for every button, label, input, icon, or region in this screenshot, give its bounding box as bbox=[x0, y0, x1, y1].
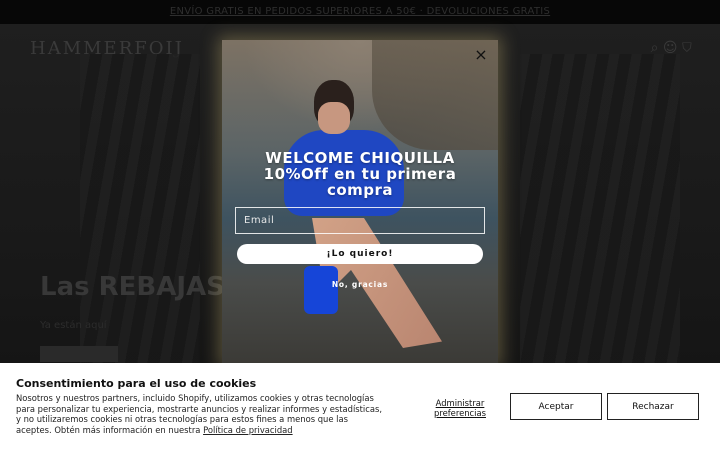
close-icon[interactable]: × bbox=[472, 46, 490, 64]
announcement-bar[interactable]: ENVÍO GRATIS EN PEDIDOS SUPERIORES A 50€… bbox=[0, 0, 720, 24]
cookie-text: Nosotros y nuestros partners, incluido S… bbox=[16, 393, 386, 435]
email-input[interactable] bbox=[235, 207, 485, 234]
accept-cookies-button[interactable]: Aceptar bbox=[510, 393, 602, 420]
subscribe-button[interactable]: ¡Lo quiero! bbox=[237, 244, 483, 264]
popup-background-photo bbox=[222, 40, 498, 364]
cookie-body: Nosotros y nuestros partners, incluido S… bbox=[16, 393, 383, 435]
hero-button[interactable] bbox=[40, 346, 118, 362]
cookie-title: Consentimiento para el uso de cookies bbox=[16, 377, 257, 390]
decline-link[interactable]: No, gracias bbox=[222, 280, 498, 289]
newsletter-popup: × WELCOME CHIQUILLA 10%Off en tu primera… bbox=[222, 40, 498, 364]
popup-title: WELCOME CHIQUILLA 10%Off en tu primera c… bbox=[222, 150, 498, 198]
reject-cookies-button[interactable]: Rechazar bbox=[607, 393, 699, 420]
photo-figure-face bbox=[318, 102, 350, 134]
privacy-policy-link[interactable]: Política de privacidad bbox=[203, 425, 293, 435]
popup-title-line2: 10%Off en tu primera bbox=[263, 165, 457, 183]
hero-title: Las REBAJAS bbox=[40, 272, 225, 302]
hero-decoration-right bbox=[520, 54, 680, 384]
popup-title-line1: WELCOME CHIQUILLA bbox=[265, 149, 455, 167]
popup-title-line3: compra bbox=[326, 181, 394, 199]
photo-blue-bag bbox=[304, 266, 338, 314]
cookie-banner: Consentimiento para el uso de cookies No… bbox=[0, 363, 720, 450]
hero-subtitle: Ya están aquí bbox=[40, 320, 107, 331]
hero-decoration-left bbox=[80, 54, 200, 384]
manage-preferences-link[interactable]: Administrar preferencias bbox=[430, 398, 490, 418]
